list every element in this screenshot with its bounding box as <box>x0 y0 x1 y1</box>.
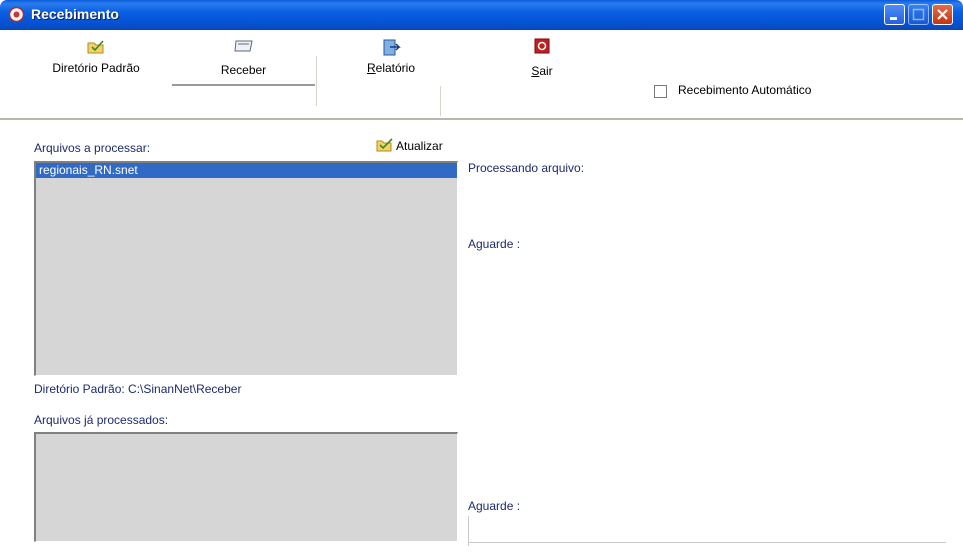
report-icon <box>383 39 401 56</box>
default-directory-path: Diretório Padrão: C:\SinanNet\Receber <box>34 382 242 396</box>
title-bar[interactable]: Recebimento <box>0 0 963 30</box>
close-button[interactable] <box>932 4 953 25</box>
exit-label: Sair <box>510 64 574 78</box>
maximize-button[interactable] <box>908 4 929 25</box>
processed-files-list[interactable] <box>34 432 458 542</box>
toolbar-separator-2 <box>440 86 441 116</box>
list-item[interactable]: regionais_RN.snet <box>36 163 457 178</box>
report-button[interactable]: Relatório <box>346 36 436 84</box>
maximize-icon <box>912 8 925 21</box>
default-directory-label: Diretório Padrão <box>52 61 140 75</box>
minimize-button[interactable] <box>884 4 905 25</box>
pending-files-list[interactable]: regionais_RN.snet <box>34 161 458 376</box>
refresh-label: Atualizar <box>396 139 443 153</box>
receive-button[interactable]: Receber <box>172 36 315 86</box>
folder-icon <box>87 40 104 54</box>
exit-button[interactable]: Sair <box>510 36 574 84</box>
report-label-rest: elatório <box>375 61 416 75</box>
toolbar-separator <box>316 56 317 106</box>
processed-files-label: Arquivos já processados: <box>34 413 169 427</box>
wait-label: Aguarde : <box>468 237 521 251</box>
auto-receive-checkbox[interactable] <box>654 85 667 98</box>
exit-label-rest: air <box>539 64 553 78</box>
progress-bar-border <box>468 542 946 543</box>
default-directory-button[interactable]: Diretório Padrão <box>40 36 152 84</box>
pending-files-label: Arquivos a processar: <box>34 141 151 155</box>
window-title: Recebimento <box>31 6 119 22</box>
wait-label-2: Aguarde : <box>468 499 521 513</box>
recebimento-window: Recebimento Diretório Padrão Receber Rel… <box>0 0 963 557</box>
stop-icon <box>534 38 550 54</box>
minimize-icon <box>890 17 897 20</box>
refresh-button[interactable]: Atualizar <box>376 137 443 153</box>
receive-label: Receber <box>220 63 267 77</box>
processing-file-label: Processando arquivo: <box>468 161 585 175</box>
app-icon <box>8 6 25 23</box>
report-label: Relatório <box>346 61 436 75</box>
inbox-icon <box>233 40 253 52</box>
folder-refresh-icon <box>376 138 393 152</box>
auto-receive-label[interactable]: Recebimento Automático <box>678 83 811 97</box>
close-icon <box>937 9 948 20</box>
report-accesskey: R <box>366 61 376 75</box>
